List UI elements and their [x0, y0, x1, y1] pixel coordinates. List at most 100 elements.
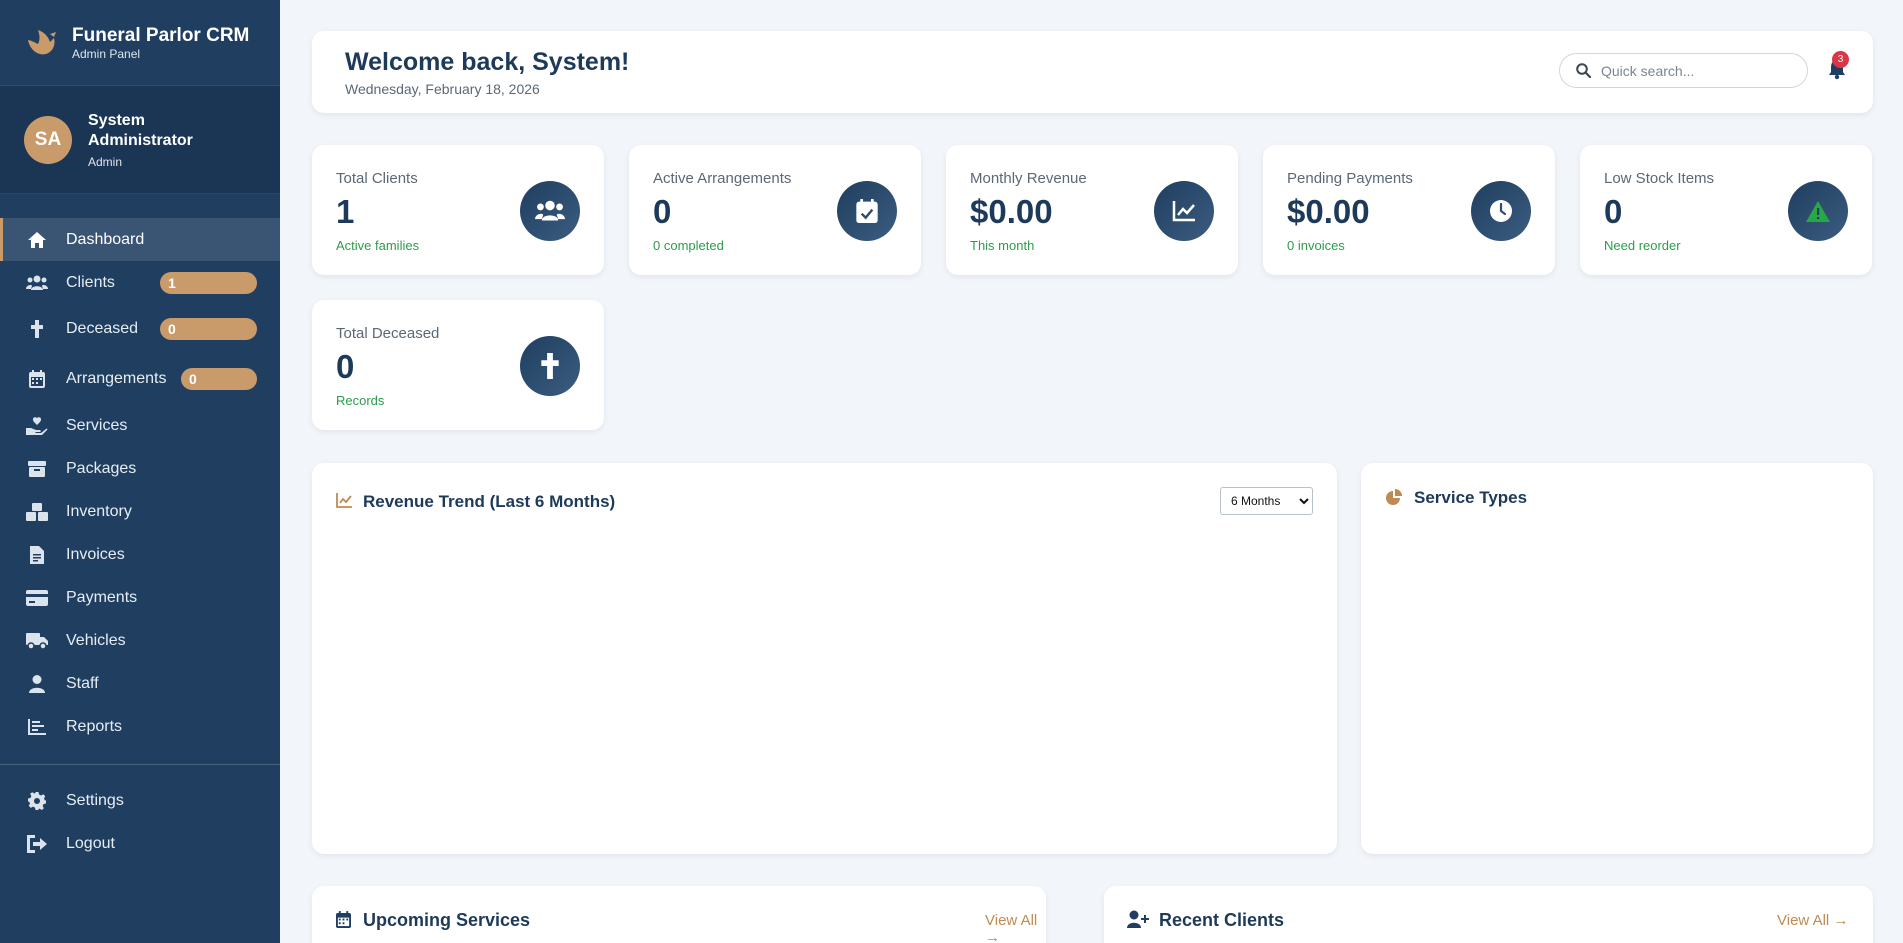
view-all-label: View All — [985, 912, 1038, 929]
search-icon — [1576, 63, 1591, 78]
stat-label: Pending Payments — [1287, 170, 1413, 187]
stat-card-total-deceased[interactable]: Total Deceased 0 Records — [312, 300, 604, 430]
warning-icon — [1788, 181, 1848, 241]
recent-clients-title: Recent Clients — [1159, 910, 1285, 930]
sidebar-item-payments[interactable]: Payments — [0, 576, 280, 619]
sidebar-item-label: Packages — [66, 459, 137, 477]
upcoming-services-panel: Upcoming Services View All → — [312, 886, 1046, 943]
arrow-right-icon: → — [985, 929, 1000, 943]
sidebar-item-arrangements[interactable]: Arrangements 0 — [0, 354, 280, 404]
sidebar-item-label: Logout — [66, 834, 115, 852]
brand[interactable]: Funeral Parlor CRM Admin Panel — [0, 0, 280, 86]
clock-icon — [1471, 181, 1531, 241]
stat-value: 0 — [653, 193, 672, 230]
gear-icon — [26, 791, 48, 811]
stat-subtext: This month — [970, 238, 1035, 253]
sidebar-item-label: Deceased — [66, 320, 139, 337]
sidebar-item-label: Payments — [66, 588, 138, 606]
sidebar-item-inventory[interactable]: Inventory — [0, 490, 280, 533]
calendar-check-icon — [837, 181, 897, 241]
revenue-chart-area — [336, 533, 1313, 833]
calendar-icon — [336, 911, 351, 928]
sidebar-item-label: Inventory — [66, 502, 132, 520]
sign-out-icon — [26, 834, 48, 854]
invoice-icon — [26, 545, 48, 565]
service-types-title: Service Types — [1414, 488, 1528, 507]
user-role: Admin — [88, 154, 123, 169]
stat-subtext: Active families — [336, 238, 420, 253]
chart-line-icon — [1154, 181, 1214, 241]
sidebar-item-reports[interactable]: Reports — [0, 705, 280, 748]
sidebar: Funeral Parlor CRM Admin Panel SA System… — [0, 0, 280, 943]
current-date: Wednesday, February 18, 2026 — [345, 81, 540, 97]
stat-subtext: 0 completed — [653, 238, 724, 253]
sidebar-item-settings[interactable]: Settings — [0, 779, 280, 822]
stat-card-monthly-revenue[interactable]: Monthly Revenue $0.00 This month — [946, 145, 1238, 275]
stat-card-low-stock[interactable]: Low Stock Items 0 Need reorder — [1580, 145, 1872, 275]
service-types-chart-area — [1385, 533, 1849, 833]
revenue-trend-panel: Revenue Trend (Last 6 Months) 6 Months — [312, 463, 1337, 854]
boxes-icon — [26, 502, 48, 522]
sidebar-item-invoices[interactable]: Invoices — [0, 533, 280, 576]
sidebar-item-label: Settings — [66, 791, 124, 809]
users-icon — [520, 181, 580, 241]
arrangements-count-badge: 0 — [181, 368, 257, 390]
sidebar-item-services[interactable]: Services — [0, 404, 280, 447]
calendar-icon — [26, 369, 48, 389]
sidebar-item-label: Invoices — [66, 545, 125, 563]
sidebar-item-label: Services — [66, 416, 128, 434]
pie-chart-icon — [1386, 489, 1402, 505]
stat-value: 0 — [1604, 193, 1623, 230]
view-all-label: View All — [1777, 912, 1830, 929]
stat-subtext: Need reorder — [1604, 238, 1681, 253]
sidebar-item-vehicles[interactable]: Vehicles — [0, 619, 280, 662]
upcoming-view-all-link[interactable]: View All → — [985, 912, 1046, 943]
stat-subtext: Records — [336, 393, 385, 408]
sidebar-item-label: Arrangements — [66, 370, 167, 387]
avatar: SA — [24, 115, 72, 164]
deceased-count-badge: 0 — [160, 318, 257, 340]
stat-card-active-arrangements[interactable]: Active Arrangements 0 0 completed — [629, 145, 921, 275]
stat-label: Active Arrangements — [653, 170, 792, 187]
stat-value: 1 — [336, 193, 355, 230]
hand-heart-icon — [26, 416, 48, 436]
page-header: Welcome back, System! Wednesday, Februar… — [312, 31, 1873, 113]
sidebar-item-label: Vehicles — [66, 631, 126, 649]
sidebar-nav: Dashboard Clients 1 Deceased 0 Arrangeme… — [0, 194, 280, 865]
stat-subtext: 0 invoices — [1287, 238, 1345, 253]
sidebar-item-dashboard[interactable]: Dashboard — [0, 218, 280, 261]
arrow-right-icon: → — [1833, 912, 1849, 929]
sidebar-item-staff[interactable]: Staff — [0, 662, 280, 705]
sidebar-item-label: Reports — [66, 717, 123, 735]
recent-clients-panel: Recent Clients View All → — [1104, 886, 1873, 943]
stat-card-pending-payments[interactable]: Pending Payments $0.00 0 invoices — [1263, 145, 1555, 275]
quick-search[interactable] — [1559, 53, 1808, 88]
user-tie-icon — [26, 674, 48, 694]
months-range-select[interactable]: 6 Months — [1220, 487, 1313, 515]
revenue-trend-title: Revenue Trend (Last 6 Months) — [363, 492, 616, 511]
sidebar-item-label: Clients — [66, 273, 115, 291]
truck-icon — [26, 631, 48, 651]
sidebar-item-deceased[interactable]: Deceased 0 — [0, 304, 280, 354]
clients-count-badge: 1 — [160, 271, 257, 294]
user-profile[interactable]: SA System Administrator Admin — [0, 86, 280, 194]
stat-card-total-clients[interactable]: Total Clients 1 Active families — [312, 145, 604, 275]
upcoming-services-title: Upcoming Services — [363, 910, 531, 930]
recent-clients-view-all-link[interactable]: View All → — [1777, 912, 1848, 929]
home-icon — [26, 230, 48, 250]
chart-bar-icon — [26, 717, 48, 737]
stat-label: Low Stock Items — [1604, 170, 1715, 187]
sidebar-item-label: Dashboard — [66, 230, 145, 248]
sidebar-item-clients[interactable]: Clients 1 — [0, 261, 280, 304]
user-plus-icon — [1127, 910, 1149, 928]
brand-title: Funeral Parlor CRM — [72, 24, 250, 46]
cross-icon — [520, 336, 580, 396]
sidebar-item-logout[interactable]: Logout — [0, 822, 280, 865]
notification-badge: 3 — [1832, 51, 1849, 68]
main-content: Welcome back, System! Wednesday, Februar… — [312, 0, 1873, 943]
brand-subtitle: Admin Panel — [72, 46, 141, 61]
search-input[interactable] — [1601, 62, 1791, 79]
sidebar-item-packages[interactable]: Packages — [0, 447, 280, 490]
stat-label: Total Clients — [336, 170, 418, 187]
box-icon — [26, 459, 48, 479]
